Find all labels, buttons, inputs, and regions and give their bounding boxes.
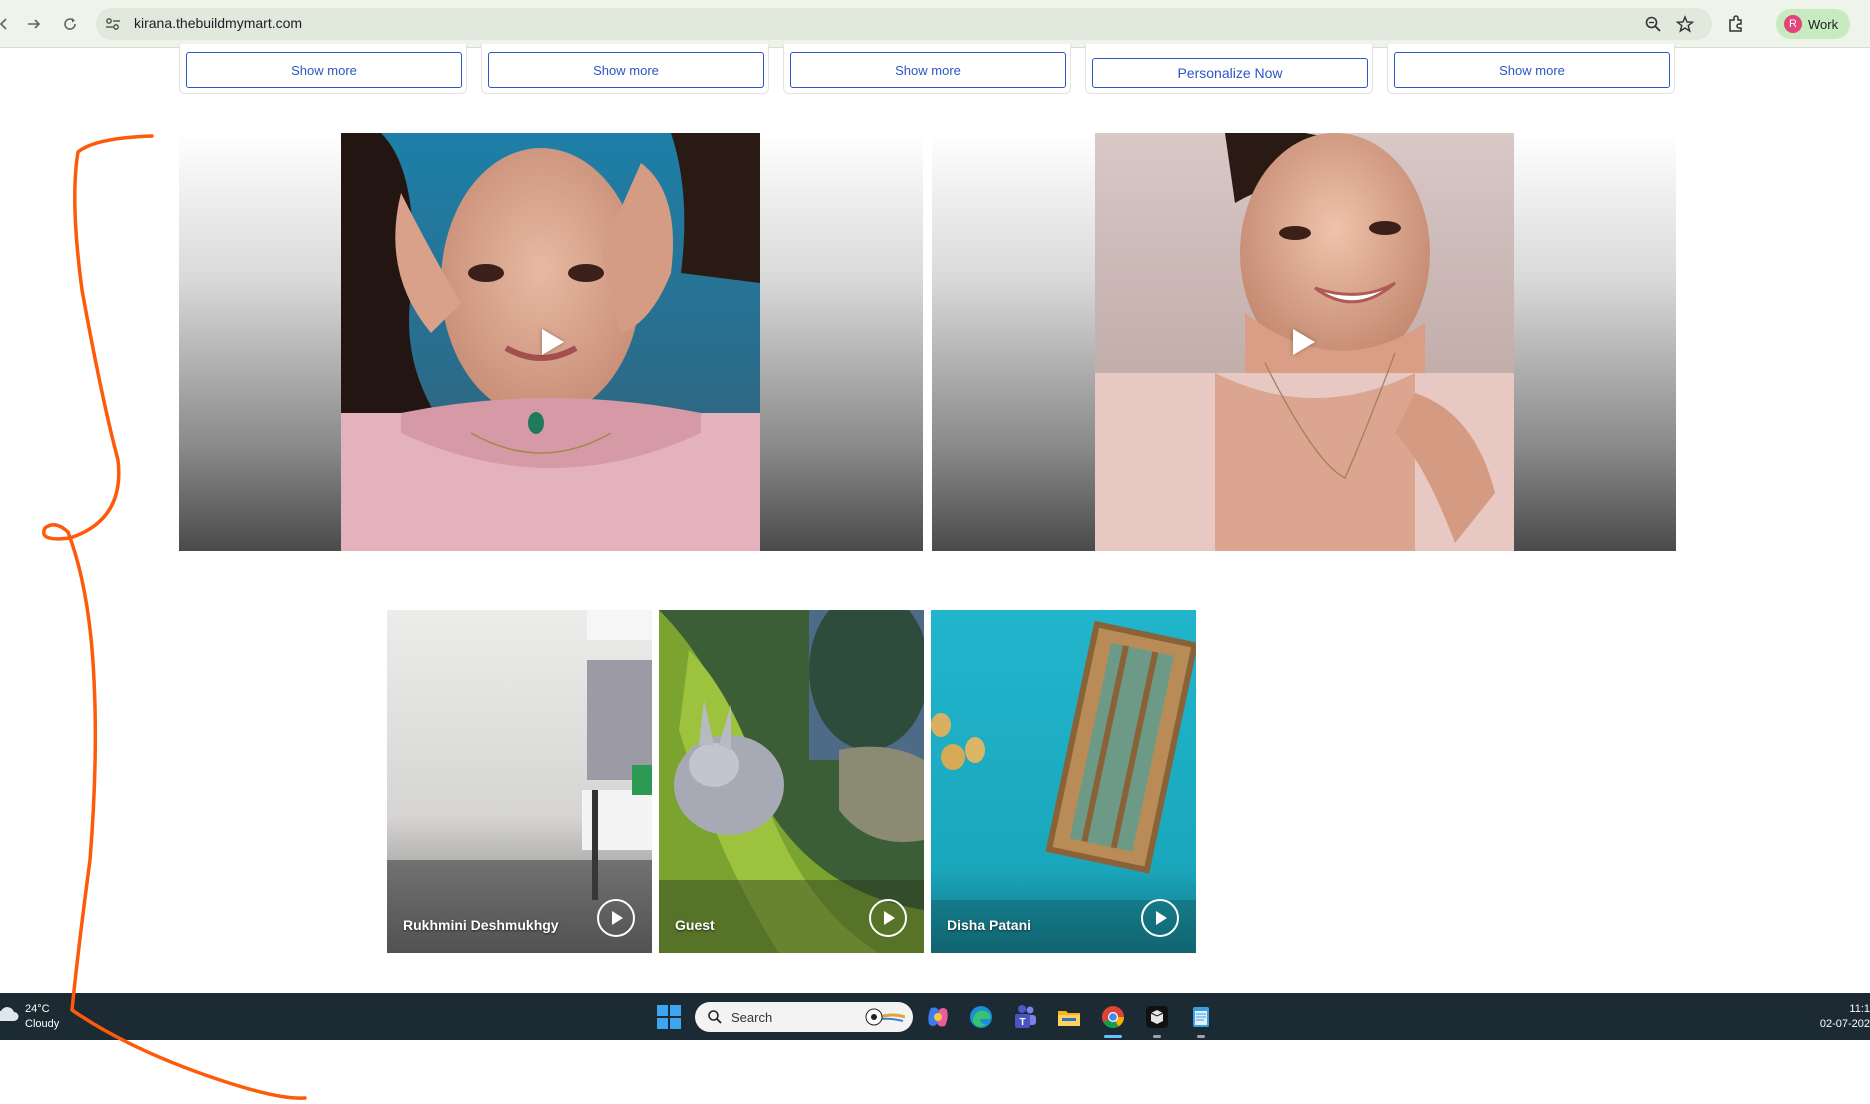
svg-text:T: T — [1019, 1017, 1025, 1028]
search-label: Search — [731, 1010, 773, 1025]
profile-chip[interactable]: R Work — [1776, 9, 1850, 39]
weather-temperature[interactable]: 24°C — [25, 1003, 50, 1015]
taskbar: 24°C Cloudy Search T 11:1 02-07-202 — [0, 993, 1870, 1040]
app-box-icon[interactable] — [1144, 1004, 1170, 1030]
cloud-icon[interactable] — [0, 1003, 20, 1025]
play-circle-icon[interactable] — [869, 899, 907, 937]
reel-card[interactable]: Guest — [659, 610, 924, 953]
featured-video-panel[interactable] — [932, 133, 1676, 551]
product-card: Show more — [783, 44, 1071, 94]
running-app-indicator — [1197, 1035, 1205, 1038]
windows-start-icon[interactable] — [657, 1005, 681, 1029]
play-circle-icon[interactable] — [597, 899, 635, 937]
chrome-icon[interactable] — [1100, 1004, 1126, 1030]
screen: kirana.thebuildmymart.com R Work Show mo… — [0, 0, 1870, 1104]
clock-time[interactable]: 11:1 — [1849, 1003, 1870, 1015]
extensions-icon[interactable] — [1726, 14, 1746, 34]
address-bar[interactable]: kirana.thebuildmymart.com — [96, 8, 1712, 40]
product-card: Show more — [1387, 44, 1675, 94]
play-circle-icon[interactable] — [1141, 899, 1179, 937]
running-app-indicator — [1153, 1035, 1161, 1038]
browser-toolbar: kirana.thebuildmymart.com R Work — [0, 0, 1870, 48]
avatar: R — [1784, 15, 1802, 33]
show-more-button[interactable]: Show more — [1394, 52, 1670, 88]
reload-icon[interactable] — [58, 12, 82, 36]
featured-video-panel[interactable] — [179, 133, 923, 551]
file-explorer-icon[interactable] — [1056, 1004, 1082, 1030]
show-more-button[interactable]: Show more — [186, 52, 462, 88]
search-icon — [708, 1010, 722, 1024]
product-card: Show more — [481, 44, 769, 94]
show-more-button[interactable]: Show more — [790, 52, 1066, 88]
zoom-icon[interactable] — [1644, 15, 1662, 33]
weather-description[interactable]: Cloudy — [25, 1018, 59, 1030]
active-app-indicator — [1104, 1035, 1122, 1038]
forward-icon[interactable] — [22, 12, 46, 36]
edge-icon[interactable] — [968, 1004, 994, 1030]
reel-label: Rukhmini Deshmukhgy — [403, 917, 559, 933]
bookmark-star-icon[interactable] — [1675, 15, 1695, 33]
notepad-icon[interactable] — [1188, 1004, 1214, 1030]
teams-icon[interactable]: T — [1012, 1004, 1038, 1030]
url-text[interactable]: kirana.thebuildmymart.com — [134, 15, 302, 31]
play-icon[interactable] — [542, 329, 564, 355]
reel-label: Disha Patani — [947, 917, 1032, 933]
product-card: Personalize Now — [1085, 44, 1373, 94]
personalize-now-button[interactable]: Personalize Now — [1092, 58, 1368, 88]
reel-card[interactable]: Rukhmini Deshmukhgy — [387, 610, 652, 953]
taskbar-search[interactable]: Search — [695, 1002, 913, 1032]
clock-date[interactable]: 02-07-202 — [1820, 1018, 1870, 1030]
play-icon[interactable] — [1293, 329, 1315, 355]
show-more-button[interactable]: Show more — [488, 52, 764, 88]
reel-label: Guest — [675, 917, 715, 933]
site-info-icon[interactable] — [104, 16, 122, 32]
copilot-icon[interactable] — [925, 1004, 951, 1030]
reel-card[interactable]: Disha Patani — [931, 610, 1196, 953]
football-icon — [865, 1008, 905, 1026]
profile-label: Work — [1808, 16, 1839, 32]
product-card: Show more — [179, 44, 467, 94]
back-icon[interactable] — [0, 12, 16, 36]
